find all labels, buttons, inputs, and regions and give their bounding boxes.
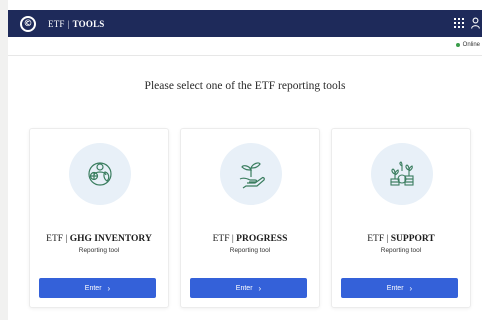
card-ghg-inventory: ETF | GHG INVENTORY Reporting tool Enter… (29, 128, 169, 308)
enter-ghg-inventory-button[interactable]: Enter › (39, 278, 156, 298)
card-subtitle: Reporting tool (78, 247, 120, 254)
enter-progress-button[interactable]: Enter › (190, 278, 307, 298)
card-progress: ETF | PROGRESS Reporting tool Enter › (180, 128, 320, 308)
page-headline: Please select one of the ETF reporting t… (144, 80, 346, 92)
progress-badge (220, 143, 282, 205)
status-dot-icon (455, 43, 460, 47)
support-badge (371, 143, 433, 205)
ghg-inventory-badge (69, 143, 131, 205)
chevron-right-icon: › (107, 283, 111, 293)
connection-status: Online (455, 42, 480, 48)
coins-plants-icon (390, 161, 414, 186)
app-frame: © ETF | TOOLS Online Please select one o… (8, 0, 482, 320)
globe-people-icon (88, 162, 112, 186)
chevron-right-icon: › (409, 283, 413, 293)
unfccc-logo-icon[interactable]: © (20, 15, 36, 32)
brand-tools: TOOLS (72, 18, 105, 29)
brand-separator: | (67, 18, 70, 29)
user-icon[interactable] (471, 17, 480, 29)
header-divider (8, 55, 482, 56)
chevron-right-icon: › (258, 283, 262, 293)
enter-support-button[interactable]: Enter › (341, 278, 458, 298)
card-title: ETF | GHG INVENTORY (46, 234, 152, 244)
card-title: ETF | SUPPORT (367, 234, 435, 244)
card-subtitle: Reporting tool (229, 247, 271, 254)
plant-in-hand-icon (239, 162, 265, 189)
status-label: Online (462, 42, 480, 48)
apps-grid-icon[interactable] (454, 18, 464, 28)
card-subtitle: Reporting tool (380, 247, 422, 254)
card-support: ETF | SUPPORT Reporting tool Enter › (331, 128, 471, 308)
top-bar: © ETF | TOOLS (8, 10, 482, 37)
card-title: ETF | PROGRESS (212, 234, 288, 244)
brand-etf: ETF (48, 18, 65, 29)
app-brand[interactable]: ETF | TOOLS (48, 19, 104, 29)
